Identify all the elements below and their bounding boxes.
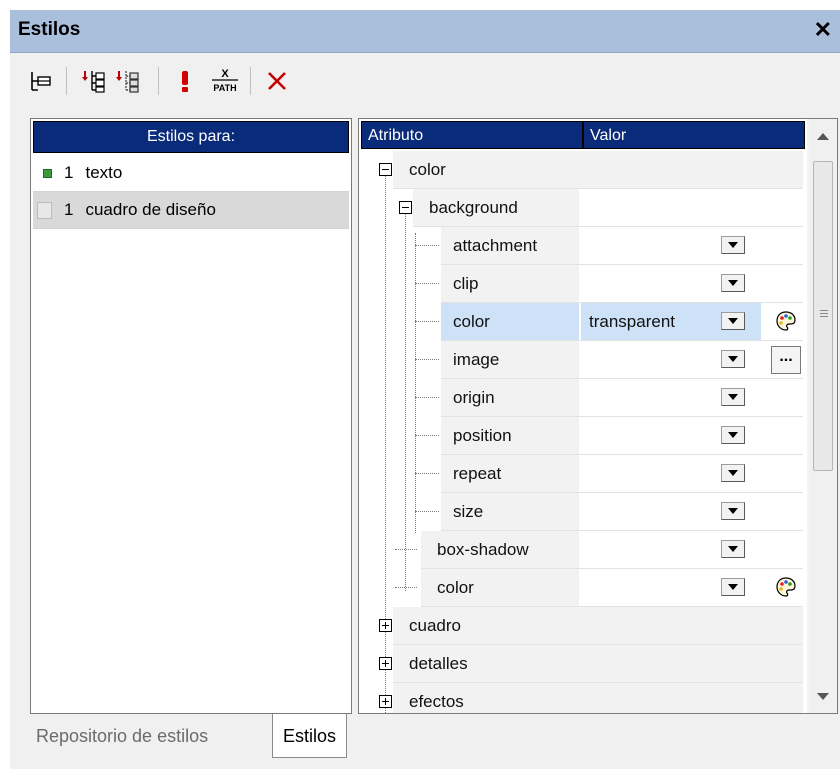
attribute-label: box-shadow	[437, 540, 529, 559]
attribute-label: background	[429, 198, 518, 217]
attribute-label: repeat	[453, 464, 502, 483]
styles-for-header: Estilos para:	[33, 121, 349, 153]
panel-tabs: Repositorio de estilos Estilos	[10, 714, 840, 769]
list-item[interactable]: 1 cuadro de diseño	[33, 192, 349, 229]
expand-icon[interactable]	[379, 695, 392, 708]
attribute-label: detalles	[409, 654, 468, 673]
tree-row[interactable]: origin	[359, 379, 807, 417]
value-dropdown-button[interactable]	[721, 350, 745, 368]
value-dropdown-button[interactable]	[721, 502, 745, 520]
tree-view-icon[interactable]	[24, 63, 58, 99]
value-dropdown-button[interactable]	[721, 312, 745, 330]
delete-icon[interactable]	[260, 63, 294, 99]
value-dropdown-button[interactable]	[721, 236, 745, 254]
styles-for-pane: Estilos para: 1 texto 1 cuadro de diseño	[30, 118, 352, 714]
color-palette-icon[interactable]	[771, 306, 801, 336]
exclamation-icon[interactable]	[168, 63, 202, 99]
attribute-label: size	[453, 502, 484, 521]
value-dropdown-button[interactable]	[721, 274, 745, 292]
value-column-header[interactable]: Valor	[583, 121, 805, 149]
svg-text:X: X	[221, 68, 229, 80]
scroll-up-icon[interactable]	[817, 133, 829, 140]
tree-row[interactable]: detalles	[359, 645, 807, 683]
tree-row-selected[interactable]: color transparent	[359, 303, 807, 341]
tree-row[interactable]: efectos	[359, 683, 807, 713]
value-dropdown-button[interactable]	[721, 540, 745, 558]
color-palette-icon[interactable]	[771, 572, 801, 602]
attribute-label: efectos	[409, 692, 464, 711]
expand-icon[interactable]	[379, 657, 392, 670]
value-dropdown-button[interactable]	[721, 426, 745, 444]
property-grid: Atributo Valor color background attachme…	[358, 118, 838, 714]
tree-row[interactable]: image ...	[359, 341, 807, 379]
attribute-column-header[interactable]: Atributo	[361, 121, 583, 149]
attribute-grid: Atributo Valor color background attachme…	[359, 119, 807, 713]
value-dropdown-button[interactable]	[721, 464, 745, 482]
expand-icon[interactable]	[379, 619, 392, 632]
tree-row[interactable]: size	[359, 493, 807, 531]
tree-row[interactable]: background	[359, 189, 807, 227]
add-style-icon[interactable]	[76, 63, 110, 99]
value-dropdown-button[interactable]	[721, 578, 745, 596]
attribute-label: attachment	[453, 236, 538, 255]
toolbar: X PATH	[10, 53, 840, 113]
tree-row[interactable]: box-shadow	[359, 531, 807, 569]
item-label: texto	[85, 163, 123, 182]
item-count: 1	[64, 200, 74, 219]
tree-row[interactable]: clip	[359, 265, 807, 303]
attribute-label: image	[453, 350, 500, 369]
panel-title: Estilos	[18, 19, 81, 40]
attribute-label: clip	[453, 274, 479, 293]
tree-row[interactable]: position	[359, 417, 807, 455]
tree-row[interactable]: color	[359, 151, 807, 189]
attribute-label: origin	[453, 388, 495, 407]
tab-style-repository[interactable]: Repositorio de estilos	[26, 714, 218, 758]
tab-styles[interactable]: Estilos	[272, 714, 348, 758]
tree-row[interactable]: cuadro	[359, 607, 807, 645]
add-style-repository-icon[interactable]	[110, 63, 144, 99]
tree-row[interactable]: repeat	[359, 455, 807, 493]
item-count: 1	[64, 163, 74, 182]
tree-row[interactable]: attachment	[359, 227, 807, 265]
tree-row[interactable]: color	[359, 569, 807, 607]
active-dot-icon	[43, 168, 52, 178]
attribute-label: position	[453, 426, 512, 445]
close-icon[interactable]: ✕	[814, 17, 832, 43]
attribute-label: color	[453, 312, 490, 331]
attribute-label: color	[437, 578, 474, 597]
svg-text:PATH: PATH	[213, 83, 236, 93]
grid-header: Atributo Valor	[361, 121, 805, 151]
scroll-down-icon[interactable]	[817, 693, 829, 700]
styles-panel: Estilos ✕ X PATH Estilos para: 1 texto 1…	[10, 10, 840, 769]
collapse-icon[interactable]	[379, 163, 392, 176]
attribute-value[interactable]: transparent	[581, 303, 675, 340]
attribute-label: color	[409, 160, 446, 179]
scroll-thumb[interactable]	[813, 161, 833, 471]
vertical-scrollbar[interactable]	[809, 119, 837, 713]
panel-titlebar: Estilos ✕	[10, 10, 840, 53]
list-item[interactable]: 1 texto	[33, 155, 349, 192]
ellipsis-button[interactable]: ...	[771, 345, 801, 375]
value-dropdown-button[interactable]	[721, 388, 745, 406]
xpath-icon[interactable]: X PATH	[208, 63, 242, 99]
collapse-icon[interactable]	[399, 201, 412, 214]
item-label: cuadro de diseño	[85, 200, 216, 219]
attribute-label: cuadro	[409, 616, 461, 635]
inactive-square-icon	[37, 201, 52, 219]
